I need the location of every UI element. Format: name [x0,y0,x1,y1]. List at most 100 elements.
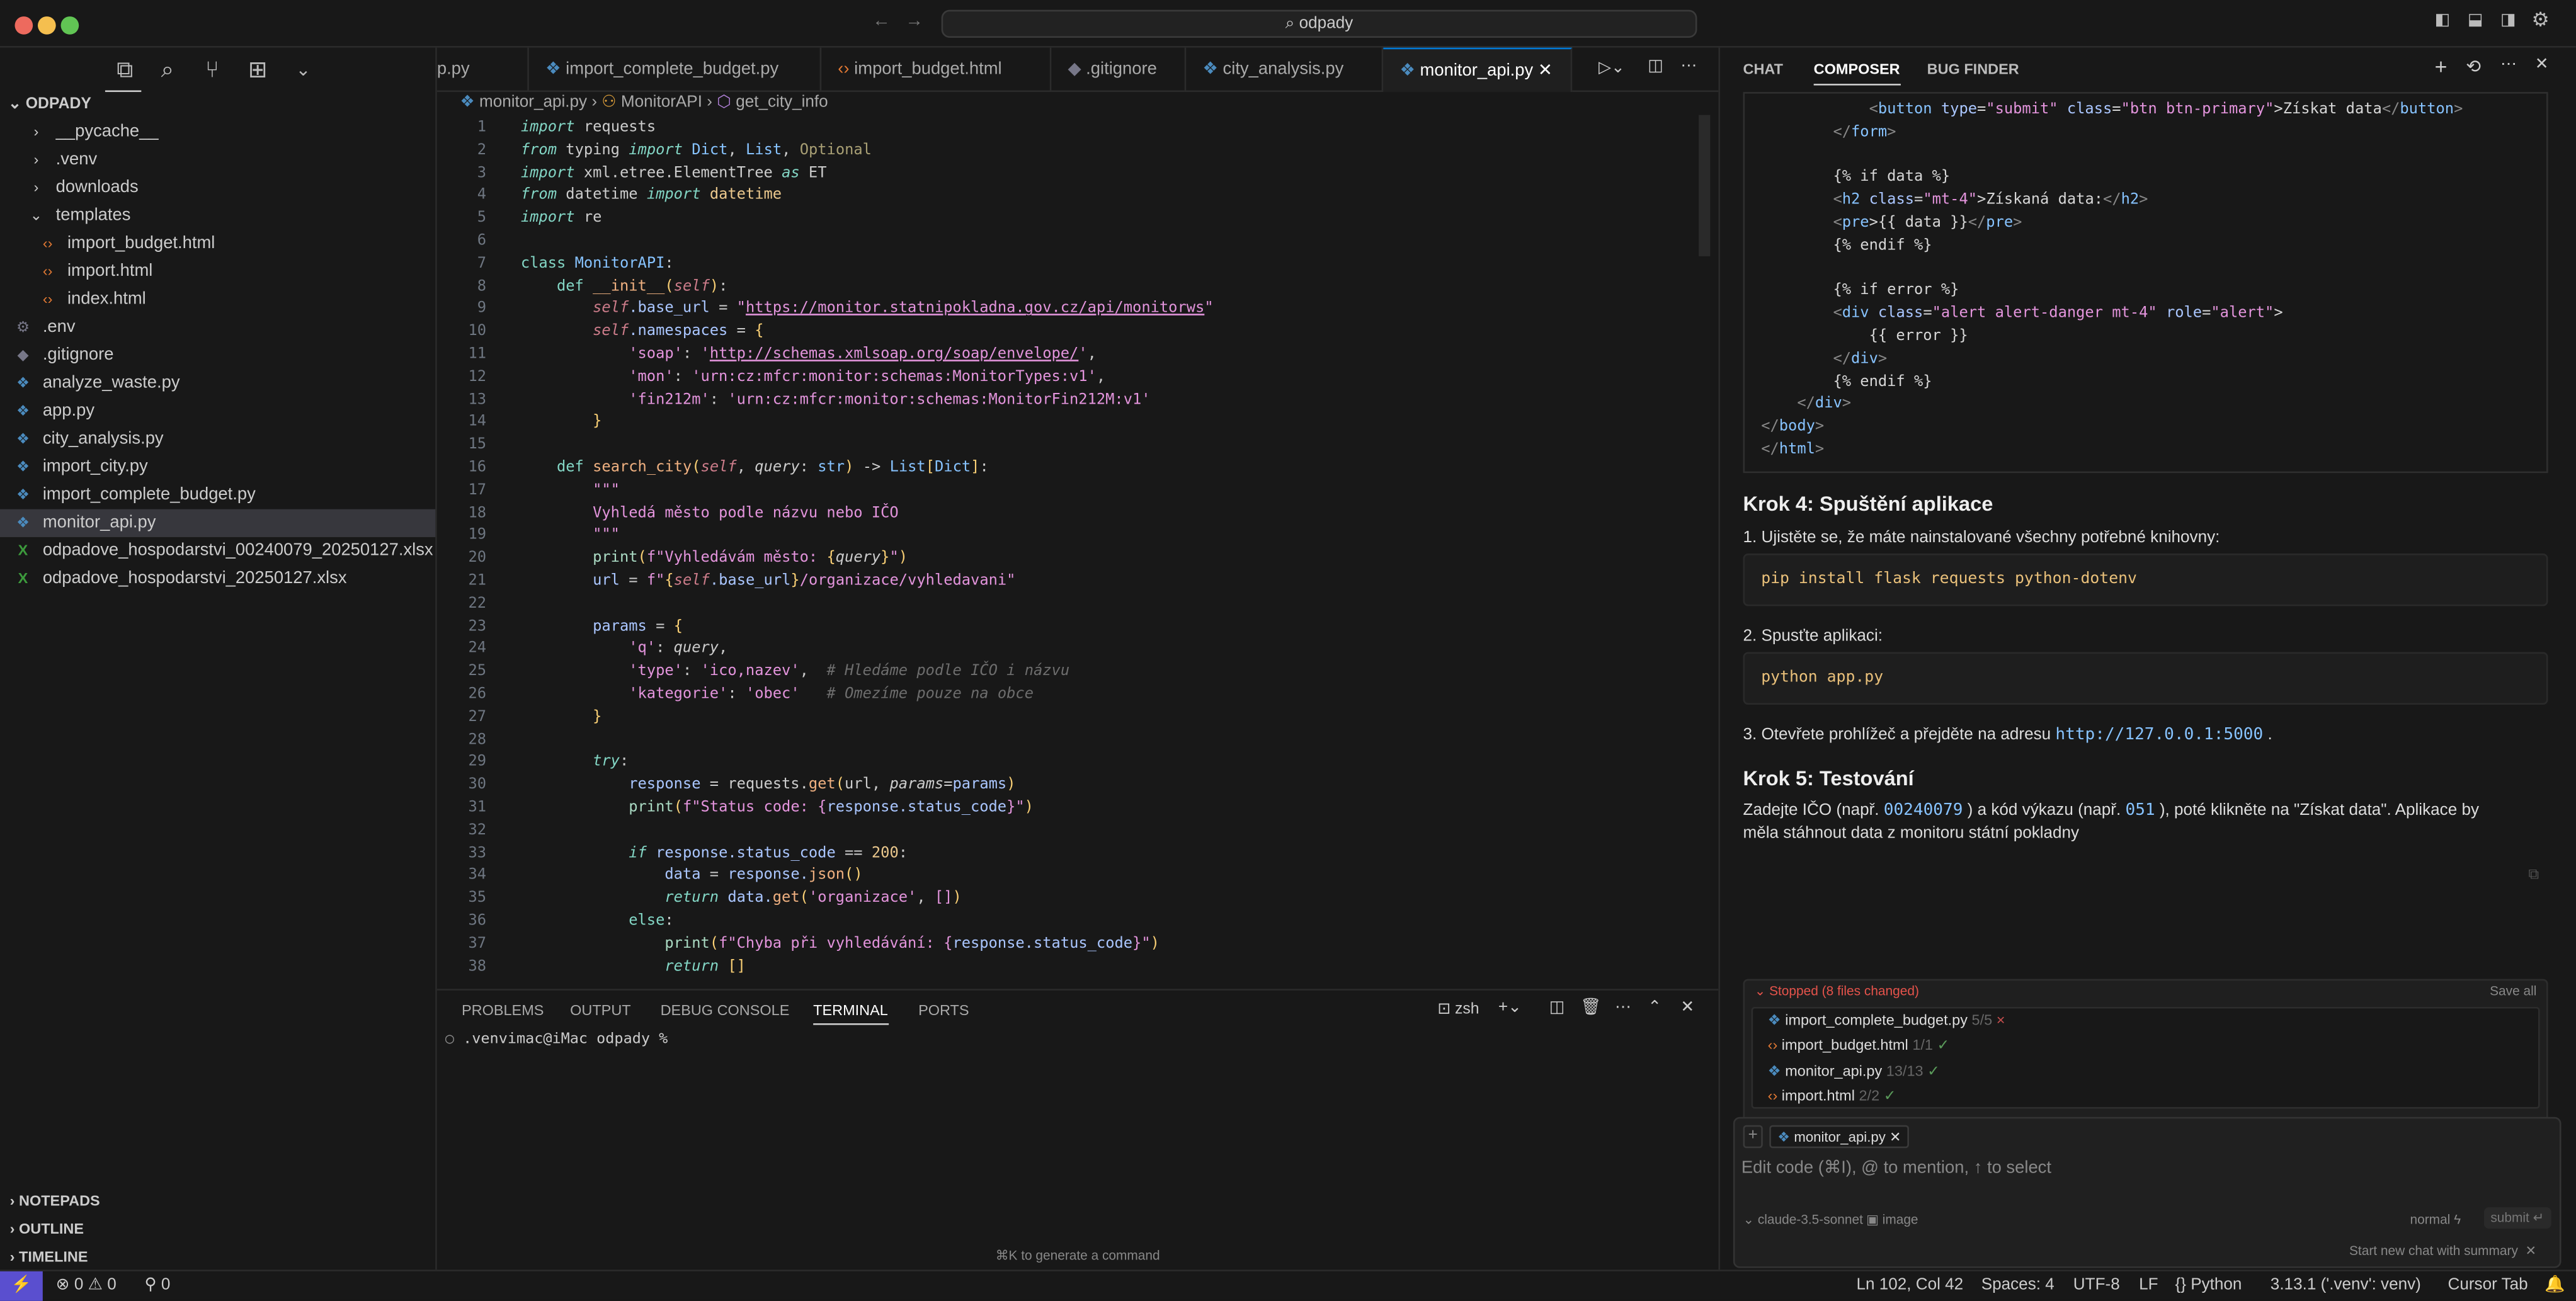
explorer-root-folder[interactable]: ⌄ ODPADY [0,90,435,118]
maximize-panel-icon[interactable]: ⌃ [1648,999,1661,1017]
close-window-button[interactable] [14,16,33,35]
more-actions-icon[interactable]: ⋯ [2500,56,2517,74]
new-chat-icon[interactable]: + [2435,54,2448,79]
changed-file[interactable]: ‹› import.html 2/2 ✓ [1768,1087,1896,1105]
end-of-line[interactable]: LF [2139,1276,2158,1295]
cursor-tab[interactable]: Cursor Tab [2448,1276,2528,1295]
toggle-sidebar-icon[interactable]: ◧ [2435,11,2451,30]
tree-item[interactable]: ‹› import.html [0,258,435,286]
run-icon[interactable]: ▷⌄ [1599,59,1625,77]
tree-item[interactable]: ◆ .gitignore [0,342,435,370]
trash-icon[interactable]: 🗑 [1580,999,1601,1017]
tab-problems[interactable]: PROBLEMS [462,1002,544,1018]
breadcrumb-class[interactable]: MonitorAPI [621,94,702,112]
add-context-button[interactable]: + [1743,1125,1763,1149]
tab-bug-finder[interactable]: BUG FINDER [1927,61,2019,77]
model-selector[interactable]: ⌄ claude-3.5-sonnet [1743,1212,1863,1227]
toggle-secondary-sidebar-icon[interactable]: ◨ [2500,11,2516,30]
section-timeline[interactable]: › TIMELINE [10,1248,88,1264]
tree-item[interactable]: ⌄ templates [0,202,435,230]
source-control-icon[interactable]: ⑂ [205,56,219,82]
back-arrow-icon[interactable]: ← [872,11,891,31]
breadcrumb-method[interactable]: get_city_info [736,94,828,112]
tree-item[interactable]: ‹› import_budget.html [0,230,435,258]
tree-item[interactable]: ❖ city_analysis.py [0,426,435,453]
changed-file[interactable]: ❖ import_complete_budget.py 5/5 × [1768,1012,2005,1030]
image-button[interactable]: ▣ image [1866,1212,1918,1227]
close-panel-icon[interactable]: ✕ [1680,999,1694,1017]
extensions-icon[interactable]: ⊞ [248,56,268,84]
split-terminal-icon[interactable]: ◫ [1549,999,1565,1017]
more-actions-icon[interactable]: ⋯ [1615,999,1631,1017]
split-editor-icon[interactable]: ◫ [1648,57,1663,76]
composer-textarea[interactable]: Edit code (⌘I), @ to mention, ↑ to selec… [1741,1158,2051,1178]
section-notepads[interactable]: › NOTEPADS [10,1193,100,1209]
copy-icon[interactable]: ⧉ [2528,866,2539,884]
problems-indicator[interactable]: ⊗ 0 ⚠ 0 [56,1276,117,1295]
forward-arrow-icon[interactable]: → [905,11,923,31]
tab-chat[interactable]: CHAT [1743,61,1783,77]
ports-indicator[interactable]: ⚲ 0 [145,1276,171,1295]
editor-tab[interactable]: ◆ .gitignore [1051,47,1187,93]
toggle-panel-icon[interactable]: ⬓ [2468,11,2483,30]
tree-item[interactable]: ❖ analyze_waste.py [0,370,435,397]
maximize-window-button[interactable] [60,16,79,35]
editor-tab[interactable]: ❖ city_analysis.py [1186,47,1384,93]
breadcrumb-file[interactable]: monitor_api.py [479,94,587,112]
bell-icon[interactable]: 🔔 [2545,1276,2565,1295]
tree-item[interactable]: ❖ import_complete_budget.py [0,481,435,509]
context-file-chip[interactable]: ❖ monitor_api.py ✕ [1769,1125,1910,1149]
chevron-down-icon[interactable]: ⌄ [296,59,311,81]
tree-item[interactable]: ❖ app.py [0,397,435,425]
close-tab-icon[interactable]: ✕ [1533,61,1553,81]
indentation[interactable]: Spaces: 4 [1981,1276,2055,1295]
changed-file[interactable]: ‹› import_budget.html 1/1 ✓ [1768,1037,1950,1055]
stopped-status[interactable]: ⌄ Stopped (8 files changed) [1755,984,1919,998]
editor-tab[interactable]: p.py [437,47,529,93]
remote-indicator[interactable]: ⚡ [0,1271,43,1301]
mode-selector[interactable]: normal ϟ [2410,1212,2461,1227]
language-mode[interactable]: {} Python [2175,1276,2242,1295]
tab-ports[interactable]: PORTS [918,1002,969,1018]
tree-item[interactable]: ‹› index.html [0,286,435,314]
python-interpreter[interactable]: 3.13.1 ('.venv': venv) [2271,1276,2421,1295]
tree-item[interactable]: ❖ monitor_api.py [0,509,436,537]
python-file-icon: ❖ [460,93,475,112]
tab-output[interactable]: OUTPUT [570,1002,631,1018]
section-outline[interactable]: › OUTLINE [10,1220,84,1237]
terminal-output[interactable]: ○ .venvimac@iMac odpady % [445,1031,668,1048]
editor-scrollbar[interactable] [1699,115,1711,256]
explorer-icon[interactable]: ⧉ [117,56,133,84]
close-icon[interactable]: ✕ [2535,56,2549,74]
tree-item[interactable]: ⚙ .env [0,314,435,341]
tree-item[interactable]: ❖ import_city.py [0,453,435,481]
url-link[interactable]: http://127.0.0.1:5000 [2055,726,2263,744]
start-new-chat-link[interactable]: Start new chat with summary ✕ [2349,1244,2536,1258]
history-icon[interactable]: ⟲ [2466,56,2481,77]
minimize-window-button[interactable] [37,16,56,35]
settings-gear-icon[interactable]: ⚙ [2532,8,2550,31]
changed-file[interactable]: ❖ monitor_api.py 13/13 ✓ [1768,1062,1940,1081]
command-center-search[interactable]: ⌕ odpady [941,9,1697,38]
python-file-icon: ❖ [1399,60,1420,81]
tree-item[interactable]: › downloads [0,174,435,202]
tree-item[interactable]: Xodpadove_hospodarstvi_20250127.xlsx [0,565,435,593]
code-editor[interactable]: 1 import requests 2 from typing import Dict… [437,116,1694,987]
more-actions-icon[interactable]: ⋯ [1680,57,1697,76]
encoding[interactable]: UTF-8 [2073,1276,2120,1295]
save-all-button[interactable]: Save all [2490,984,2536,998]
tree-item[interactable]: › .venv [0,146,435,174]
editor-tab[interactable]: ‹› import_budget.html [821,47,1052,93]
search-icon[interactable]: ⌕ [161,56,174,84]
terminal-shell-selector[interactable]: ⊡ zsh [1437,1001,1479,1019]
tree-item[interactable]: Xodpadove_hospodarstvi_00240079_20250127… [0,537,435,565]
tab-debug-console[interactable]: DEBUG CONSOLE [661,1002,790,1018]
tab-terminal[interactable]: TERMINAL [813,1002,888,1025]
editor-tab[interactable]: ❖ import_complete_budget.py [529,47,822,93]
cursor-position[interactable]: Ln 102, Col 42 [1856,1276,1963,1295]
editor-tab[interactable]: ❖ monitor_api.py ✕ [1383,47,1573,93]
new-terminal-icon[interactable]: +⌄ [1498,999,1522,1017]
tab-composer[interactable]: COMPOSER [1813,61,1900,86]
submit-button[interactable]: submit ↵ [2483,1207,2551,1229]
tree-item[interactable]: › __pycache__ [0,118,435,146]
